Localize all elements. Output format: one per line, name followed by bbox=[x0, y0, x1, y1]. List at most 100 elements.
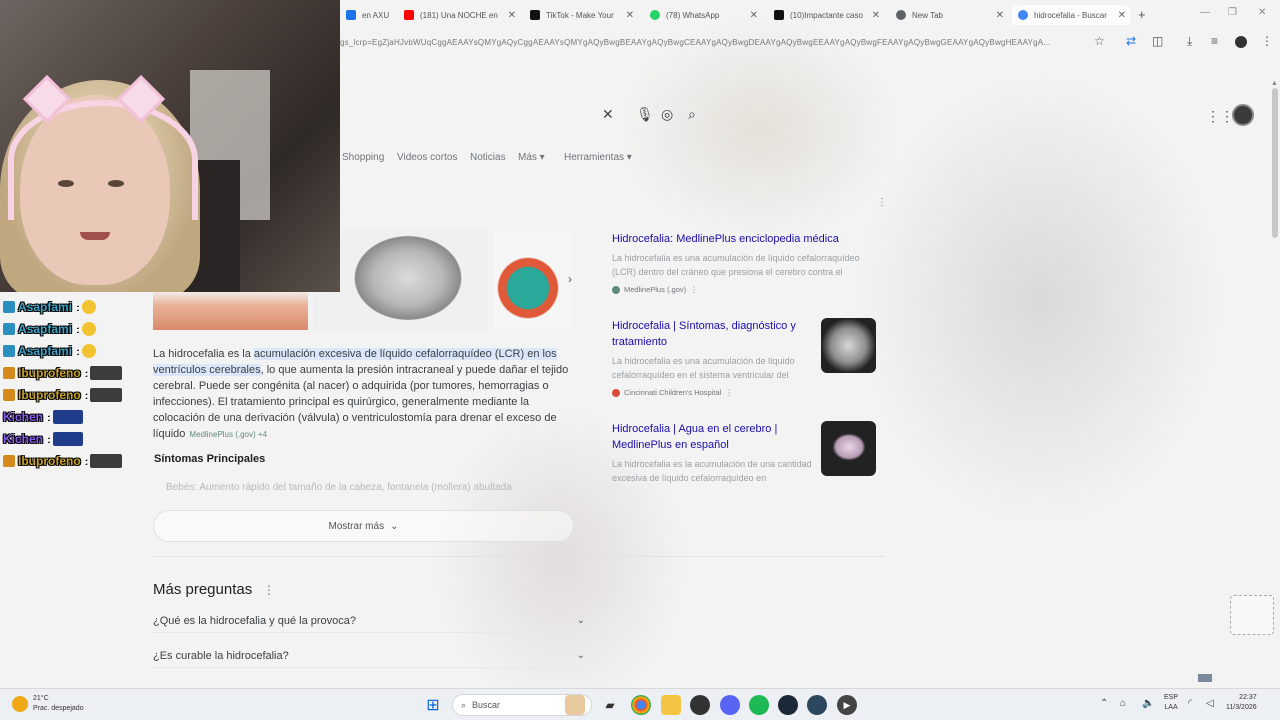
source-card-site: MedlinePlus (.gov) ⋮ bbox=[612, 285, 880, 294]
chat-username: Ibuprofeno bbox=[18, 454, 81, 468]
language-indicator[interactable]: ESP LAA bbox=[1164, 693, 1178, 713]
menu-icon[interactable]: ⋮ bbox=[1261, 34, 1273, 48]
media-icon[interactable]: ≡ bbox=[1211, 34, 1218, 48]
show-more-button[interactable]: Mostrar más ⌄ bbox=[153, 510, 574, 542]
more-options-icon[interactable]: ⋮ bbox=[725, 388, 733, 397]
carousel-image[interactable] bbox=[493, 230, 573, 330]
discord-icon[interactable] bbox=[720, 695, 740, 715]
task-view-icon[interactable]: ▰ bbox=[600, 695, 620, 715]
chat-badge-icon bbox=[3, 389, 15, 401]
paa-question-text: ¿Es curable la hidrocefalia? bbox=[153, 649, 289, 662]
new-tab-button[interactable]: + bbox=[1138, 7, 1146, 22]
browser-tab-active[interactable]: hidrocefalia - Buscar ✕ bbox=[1012, 5, 1130, 25]
carousel-next-icon[interactable]: › bbox=[568, 272, 572, 286]
translate-icon[interactable]: ⇄ bbox=[1126, 34, 1136, 48]
steam-icon[interactable] bbox=[778, 695, 798, 715]
chat-message: Asapfami : bbox=[0, 296, 135, 318]
obs-icon[interactable] bbox=[690, 695, 710, 715]
browser-tab[interactable]: (10)Impactante caso ✕ bbox=[768, 5, 884, 25]
download-icon[interactable]: ⤓ bbox=[1187, 34, 1192, 49]
emote-icon bbox=[52, 410, 83, 424]
source-card-title[interactable]: Hidrocefalia | Agua en el cerebro | Medl… bbox=[612, 421, 812, 453]
chat-message: Ibuprofeno : bbox=[0, 384, 135, 406]
minimize-button[interactable]: — bbox=[1200, 7, 1210, 18]
chat-separator: : bbox=[83, 455, 88, 467]
tab-close-icon[interactable]: ✕ bbox=[872, 10, 880, 21]
tab-title: (10)Impactante caso bbox=[790, 10, 863, 20]
source-chip[interactable]: MedlinePlus (.gov) +4 bbox=[189, 430, 267, 439]
nav-more[interactable]: Más ▾ bbox=[518, 152, 545, 163]
source-card[interactable]: Hidrocefalia | Síntomas, diagnóstico y t… bbox=[612, 318, 812, 397]
widget-thumbnail-icon[interactable] bbox=[565, 695, 585, 715]
clock-time: 22:37 bbox=[1239, 694, 1257, 701]
avatar[interactable] bbox=[1232, 104, 1254, 126]
nav-shopping[interactable]: Shopping bbox=[342, 152, 384, 163]
source-card-image[interactable] bbox=[821, 421, 876, 476]
chat-badge-icon bbox=[3, 345, 15, 357]
source-card[interactable]: Hidrocefalia: MedlinePlus enciclopedia m… bbox=[612, 231, 880, 294]
browser-tab[interactable]: New Tab ✕ bbox=[890, 5, 1008, 25]
tab-close-icon[interactable]: ✕ bbox=[996, 10, 1004, 21]
chat-message: Kichen : bbox=[0, 406, 135, 428]
tab-title: TikTok - Make Your bbox=[546, 10, 614, 20]
weather-widget[interactable]: 21°C Prac. despejado bbox=[33, 694, 84, 714]
paa-question[interactable]: ¿Es curable la hidrocefalia? ⌄ bbox=[153, 644, 585, 668]
source-card-title[interactable]: Hidrocefalia: MedlinePlus enciclopedia m… bbox=[612, 231, 880, 247]
chat-badge-icon bbox=[3, 367, 15, 379]
star-icon[interactable]: ☆ bbox=[1094, 34, 1105, 48]
chat-username: Asapfami bbox=[18, 344, 73, 358]
tab-close-icon[interactable]: ✕ bbox=[508, 10, 516, 21]
chrome-icon[interactable] bbox=[631, 695, 651, 715]
apps-grid-icon[interactable]: ⋮⋮ bbox=[1206, 108, 1234, 125]
extensions-icon[interactable]: ◫ bbox=[1152, 34, 1163, 48]
file-explorer-icon[interactable] bbox=[661, 695, 681, 715]
browser-tab[interactable]: (78) WhatsApp ✕ bbox=[644, 5, 762, 25]
clock[interactable]: 22:37 11/3/2026 bbox=[1226, 693, 1257, 713]
paa-question[interactable]: ¿Qué es la hidrocefalia y qué la provoca… bbox=[153, 609, 585, 633]
network-icon[interactable]: ⌂ bbox=[1120, 698, 1126, 709]
tab-close-icon[interactable]: ✕ bbox=[1118, 10, 1126, 21]
address-bar[interactable]: gs_lcrp=EgZjaHJvbWUqCggAEAAYsQMYgAQyCggA… bbox=[340, 30, 1110, 54]
symptoms-heading: Síntomas Principales bbox=[154, 453, 266, 465]
close-window-button[interactable]: ✕ bbox=[1258, 7, 1266, 18]
microphone-icon[interactable]: 🎙 bbox=[636, 106, 654, 123]
steam-icon[interactable] bbox=[807, 695, 827, 715]
lens-icon[interactable]: ◎ bbox=[661, 106, 673, 123]
keyboard-layout: LAA bbox=[1164, 704, 1178, 711]
tray-expand-icon[interactable]: ⌃ bbox=[1100, 698, 1108, 709]
search-icon: ⌕ bbox=[461, 699, 467, 710]
source-card-desc: La hidrocefalia es una acumulación de lí… bbox=[612, 356, 795, 380]
tab-title: (181) Una NOCHE en bbox=[420, 10, 498, 20]
source-card-title[interactable]: Hidrocefalia | Síntomas, diagnóstico y t… bbox=[612, 318, 812, 350]
nav-short-videos[interactable]: Videos cortos bbox=[397, 152, 457, 163]
more-options-icon[interactable]: ⋮ bbox=[690, 285, 698, 294]
speaker-icon[interactable]: ◁ bbox=[1206, 698, 1214, 709]
tab-close-icon[interactable]: ✕ bbox=[626, 10, 634, 21]
source-card-image[interactable] bbox=[821, 318, 876, 373]
tab-title: hidrocefalia - Buscar bbox=[1034, 10, 1107, 20]
nav-tools[interactable]: Herramientas ▾ bbox=[564, 152, 632, 163]
media-player-icon[interactable]: ▶ bbox=[837, 695, 857, 715]
tab-close-icon[interactable]: ✕ bbox=[750, 10, 758, 21]
weather-icon[interactable] bbox=[12, 696, 28, 712]
source-card[interactable]: Hidrocefalia | Agua en el cerebro | Medl… bbox=[612, 421, 812, 483]
emote-icon bbox=[90, 388, 123, 402]
browser-tab[interactable]: (181) Una NOCHE en ✕ bbox=[398, 5, 520, 25]
volume-icon[interactable]: 🔈 bbox=[1142, 698, 1154, 709]
chat-message: Ibuprofeno : bbox=[0, 362, 135, 384]
more-options-icon[interactable]: ⋮ bbox=[877, 197, 887, 208]
chat-badge-icon bbox=[3, 455, 15, 467]
spotify-icon[interactable] bbox=[749, 695, 769, 715]
wifi-icon[interactable]: ◜ bbox=[1188, 698, 1192, 709]
nav-news[interactable]: Noticias bbox=[470, 152, 506, 163]
search-icon[interactable]: ⌕ bbox=[688, 106, 696, 123]
maximize-button[interactable]: ❐ bbox=[1228, 7, 1237, 18]
scrollbar-thumb[interactable] bbox=[1272, 88, 1278, 238]
windows-start-icon[interactable]: ⊞ bbox=[423, 695, 443, 715]
browser-tab[interactable]: en AXU bbox=[340, 5, 398, 25]
browser-tab[interactable]: TikTok - Make Your ✕ bbox=[524, 5, 638, 25]
scroll-up-icon[interactable]: ▲ bbox=[1271, 80, 1278, 87]
profile-icon[interactable] bbox=[1235, 36, 1247, 48]
more-options-icon[interactable]: ⋮ bbox=[263, 583, 275, 597]
clear-search-icon[interactable]: ✕ bbox=[602, 106, 614, 123]
